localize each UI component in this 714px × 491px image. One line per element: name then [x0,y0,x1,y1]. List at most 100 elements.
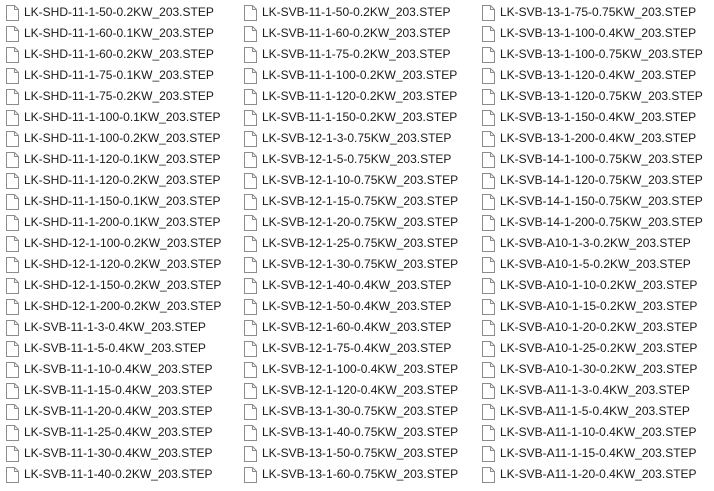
file-item[interactable]: LK-SVB-A10-1-10-0.2KW_203.STEP [476,275,710,296]
file-item[interactable]: LK-SVB-13-1-150-0.4KW_203.STEP [476,107,710,128]
file-item[interactable]: LK-SVB-A10-1-3-0.2KW_203.STEP [476,233,710,254]
blank-file-icon [244,172,257,189]
file-column-1: LK-SHD-11-1-50-0.2KW_203.STEP LK-SHD-11-1… [0,2,234,485]
file-item[interactable]: LK-SVB-13-1-200-0.4KW_203.STEP [476,128,710,149]
file-item[interactable]: LK-SVB-A11-1-15-0.4KW_203.STEP [476,443,710,464]
file-item[interactable]: LK-SVB-11-1-60-0.2KW_203.STEP [238,23,472,44]
file-column-2: LK-SVB-11-1-50-0.2KW_203.STEP LK-SVB-11-1… [238,2,472,485]
file-name: LK-SVB-11-1-60-0.2KW_203.STEP [262,26,451,40]
file-name: LK-SVB-12-1-10-0.75KW_203.STEP [262,173,459,187]
file-item[interactable]: LK-SVB-14-1-100-0.75KW_203.STEP [476,149,710,170]
file-item[interactable]: LK-SVB-12-1-60-0.4KW_203.STEP [238,317,472,338]
file-item[interactable]: LK-SVB-11-1-75-0.2KW_203.STEP [238,44,472,65]
file-item[interactable]: LK-SVB-11-1-150-0.2KW_203.STEP [238,107,472,128]
file-item[interactable]: LK-SVB-11-1-20-0.4KW_203.STEP [0,401,234,422]
blank-file-icon [244,214,257,231]
file-item[interactable]: LK-SVB-12-1-40-0.4KW_203.STEP [238,275,472,296]
file-item[interactable]: LK-SVB-14-1-200-0.75KW_203.STEP [476,212,710,233]
blank-file-icon [244,109,257,126]
file-item[interactable]: LK-SVB-A10-1-20-0.2KW_203.STEP [476,317,710,338]
file-item[interactable]: LK-SVB-A11-1-3-0.4KW_203.STEP [476,380,710,401]
file-item[interactable]: LK-SVB-11-1-15-0.4KW_203.STEP [0,380,234,401]
file-item[interactable]: LK-SHD-11-1-120-0.1KW_203.STEP [0,149,234,170]
file-name: LK-SVB-13-1-75-0.75KW_203.STEP [500,5,697,19]
file-item[interactable]: LK-SHD-11-1-60-0.2KW_203.STEP [0,44,234,65]
file-name: LK-SVB-11-1-25-0.4KW_203.STEP [24,425,213,439]
file-item[interactable]: LK-SHD-12-1-200-0.2KW_203.STEP [0,296,234,317]
file-item[interactable]: LK-SVB-12-1-3-0.75KW_203.STEP [238,128,472,149]
file-item[interactable]: LK-SVB-13-1-120-0.75KW_203.STEP [476,86,710,107]
file-item[interactable]: LK-SVB-11-1-40-0.2KW_203.STEP [0,464,234,485]
file-item[interactable]: LK-SVB-12-1-5-0.75KW_203.STEP [238,149,472,170]
file-name: LK-SVB-11-1-50-0.2KW_203.STEP [262,5,451,19]
file-item[interactable]: LK-SVB-12-1-50-0.4KW_203.STEP [238,296,472,317]
file-item[interactable]: LK-SVB-12-1-10-0.75KW_203.STEP [238,170,472,191]
file-item[interactable]: LK-SVB-11-1-5-0.4KW_203.STEP [0,338,234,359]
file-item[interactable]: LK-SVB-A10-1-5-0.2KW_203.STEP [476,254,710,275]
file-item[interactable]: LK-SVB-A10-1-25-0.2KW_203.STEP [476,338,710,359]
file-item[interactable]: LK-SVB-12-1-20-0.75KW_203.STEP [238,212,472,233]
file-item[interactable]: LK-SVB-11-1-30-0.4KW_203.STEP [0,443,234,464]
file-item[interactable]: LK-SVB-14-1-120-0.75KW_203.STEP [476,170,710,191]
file-item[interactable]: LK-SVB-A11-1-10-0.4KW_203.STEP [476,422,710,443]
file-item[interactable]: LK-SHD-11-1-75-0.2KW_203.STEP [0,86,234,107]
file-item[interactable]: LK-SVB-12-1-100-0.4KW_203.STEP [238,359,472,380]
file-item[interactable]: LK-SHD-11-1-75-0.1KW_203.STEP [0,65,234,86]
file-item[interactable]: LK-SVB-12-1-75-0.4KW_203.STEP [238,338,472,359]
file-item[interactable]: LK-SHD-11-1-50-0.2KW_203.STEP [0,2,234,23]
file-item[interactable]: LK-SVB-13-1-100-0.4KW_203.STEP [476,23,710,44]
file-item[interactable]: LK-SHD-11-1-100-0.1KW_203.STEP [0,107,234,128]
file-item[interactable]: LK-SVB-12-1-30-0.75KW_203.STEP [238,254,472,275]
file-name: LK-SVB-13-1-100-0.4KW_203.STEP [500,26,697,40]
file-name: LK-SHD-11-1-150-0.1KW_203.STEP [24,194,221,208]
file-item[interactable]: LK-SHD-11-1-120-0.2KW_203.STEP [0,170,234,191]
file-item[interactable]: LK-SVB-13-1-40-0.75KW_203.STEP [238,422,472,443]
file-item[interactable]: LK-SVB-12-1-15-0.75KW_203.STEP [238,191,472,212]
file-item[interactable]: LK-SVB-13-1-30-0.75KW_203.STEP [238,401,472,422]
file-name: LK-SVB-11-1-30-0.4KW_203.STEP [24,446,213,460]
blank-file-icon [244,340,257,357]
file-name: LK-SVB-14-1-100-0.75KW_203.STEP [500,152,703,166]
file-list: LK-SHD-11-1-50-0.2KW_203.STEP LK-SHD-11-1… [0,0,714,491]
file-name: LK-SHD-12-1-100-0.2KW_203.STEP [24,236,222,250]
file-item[interactable]: LK-SHD-11-1-150-0.1KW_203.STEP [0,191,234,212]
file-item[interactable]: LK-SHD-11-1-60-0.1KW_203.STEP [0,23,234,44]
file-item[interactable]: LK-SVB-13-1-120-0.4KW_203.STEP [476,65,710,86]
file-item[interactable]: LK-SHD-11-1-100-0.2KW_203.STEP [0,128,234,149]
file-name: LK-SHD-11-1-100-0.1KW_203.STEP [24,110,221,124]
file-item[interactable]: LK-SVB-12-1-120-0.4KW_203.STEP [238,380,472,401]
file-item[interactable]: LK-SVB-A10-1-30-0.2KW_203.STEP [476,359,710,380]
blank-file-icon [244,46,257,63]
blank-file-icon [6,4,19,21]
file-name: LK-SHD-11-1-100-0.2KW_203.STEP [24,131,221,145]
file-item[interactable]: LK-SVB-12-1-25-0.75KW_203.STEP [238,233,472,254]
file-name: LK-SVB-12-1-75-0.4KW_203.STEP [262,341,452,355]
blank-file-icon [244,298,257,315]
file-item[interactable]: LK-SVB-A11-1-20-0.4KW_203.STEP [476,464,710,485]
file-item[interactable]: LK-SVB-11-1-10-0.4KW_203.STEP [0,359,234,380]
blank-file-icon [482,277,495,294]
file-item[interactable]: LK-SVB-11-1-50-0.2KW_203.STEP [238,2,472,23]
file-name: LK-SVB-A11-1-5-0.4KW_203.STEP [500,404,690,418]
file-item[interactable]: LK-SHD-11-1-200-0.1KW_203.STEP [0,212,234,233]
file-item[interactable]: LK-SVB-13-1-50-0.75KW_203.STEP [238,443,472,464]
file-name: LK-SVB-14-1-200-0.75KW_203.STEP [500,215,703,229]
file-item[interactable]: LK-SVB-13-1-100-0.75KW_203.STEP [476,44,710,65]
file-item[interactable]: LK-SVB-A10-1-15-0.2KW_203.STEP [476,296,710,317]
file-name: LK-SVB-A11-1-3-0.4KW_203.STEP [500,383,690,397]
file-item[interactable]: LK-SVB-14-1-150-0.75KW_203.STEP [476,191,710,212]
file-item[interactable]: LK-SHD-12-1-120-0.2KW_203.STEP [0,254,234,275]
file-name: LK-SVB-A11-1-20-0.4KW_203.STEP [500,467,697,481]
file-item[interactable]: LK-SVB-A11-1-5-0.4KW_203.STEP [476,401,710,422]
blank-file-icon [6,298,19,315]
blank-file-icon [6,130,19,147]
file-item[interactable]: LK-SHD-12-1-100-0.2KW_203.STEP [0,233,234,254]
file-item[interactable]: LK-SHD-12-1-150-0.2KW_203.STEP [0,275,234,296]
file-item[interactable]: LK-SVB-11-1-3-0.4KW_203.STEP [0,317,234,338]
file-item[interactable]: LK-SVB-13-1-60-0.75KW_203.STEP [238,464,472,485]
file-item[interactable]: LK-SVB-13-1-75-0.75KW_203.STEP [476,2,710,23]
file-item[interactable]: LK-SVB-11-1-100-0.2KW_203.STEP [238,65,472,86]
file-item[interactable]: LK-SVB-11-1-120-0.2KW_203.STEP [238,86,472,107]
file-name: LK-SVB-12-1-5-0.75KW_203.STEP [262,152,452,166]
file-item[interactable]: LK-SVB-11-1-25-0.4KW_203.STEP [0,422,234,443]
